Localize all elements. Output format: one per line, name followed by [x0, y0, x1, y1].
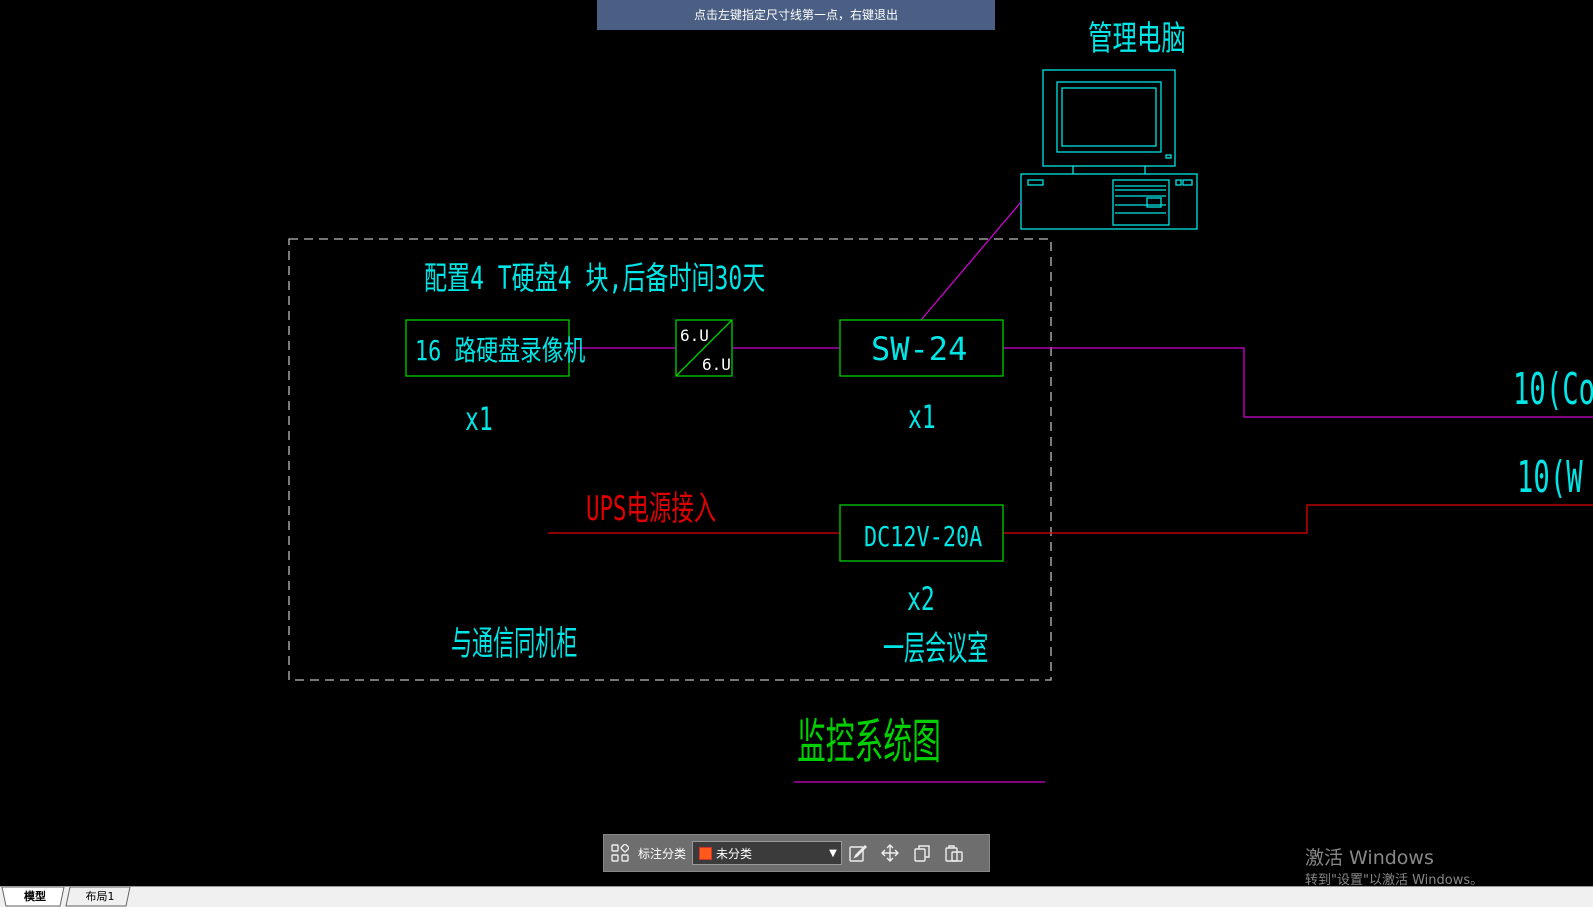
move-icon[interactable] — [874, 835, 906, 871]
cabinet-boundary — [288, 238, 1052, 681]
activation-watermark-title: 激活 Windows — [1305, 847, 1434, 869]
switch-label: SW-24 — [871, 330, 967, 368]
paste-icon[interactable] — [938, 835, 970, 871]
category-value: 未分类 — [716, 846, 753, 861]
nvr-qty: x1 — [465, 400, 493, 438]
psu-label: DC12V-20A — [864, 520, 982, 552]
tab-layout1[interactable]: 布局1 — [74, 887, 126, 906]
chevron-down-icon[interactable]: ▼ — [825, 848, 841, 859]
ups-label: UPS电源接入 — [586, 488, 716, 528]
grid-icon[interactable] — [604, 835, 636, 871]
category-color-swatch — [699, 846, 713, 860]
tab-model[interactable]: 模型 — [10, 887, 60, 906]
category-label: 标注分类 — [638, 846, 687, 861]
storage-note: 配置4 T硬盘4 块,后备时间30天 — [424, 259, 765, 297]
annotation-toolbar: 标注分类 未分类 ▼ — [603, 834, 990, 872]
room-label: 一层会议室 — [883, 629, 988, 669]
cable-label-1: 10(Co — [1513, 363, 1593, 415]
cable-label-2: 10(W — [1517, 451, 1583, 503]
converter-bottom: 6.U — [702, 355, 731, 374]
pc-label: 管理电脑 — [1088, 19, 1186, 58]
psu-qty: x2 — [907, 580, 935, 618]
edit-icon[interactable] — [842, 835, 874, 871]
command-prompt-banner: 点击左键指定尺寸线第一点，右键退出 — [597, 0, 995, 30]
nvr-label: 16 路硬盘录像机 — [415, 334, 585, 366]
layout-tab-bar: 模型 布局1 — [0, 886, 1593, 907]
command-prompt-text: 点击左键指定尺寸线第一点，右键退出 — [693, 8, 898, 22]
drawing-canvas[interactable]: 管理电脑 配置4 T硬盘4 块,后备时间30天 16 路硬盘录像机 6.U 6.… — [0, 0, 1593, 906]
converter-top: 6.U — [680, 326, 709, 345]
cabinet-label: 与通信同机柜 — [451, 624, 577, 664]
diagram-title: 监控系统图 — [797, 714, 941, 770]
copy-icon[interactable] — [906, 835, 938, 871]
category-select[interactable]: 未分类 ▼ — [692, 841, 843, 865]
pc-icon — [1020, 69, 1198, 230]
switch-qty: x1 — [908, 398, 936, 436]
